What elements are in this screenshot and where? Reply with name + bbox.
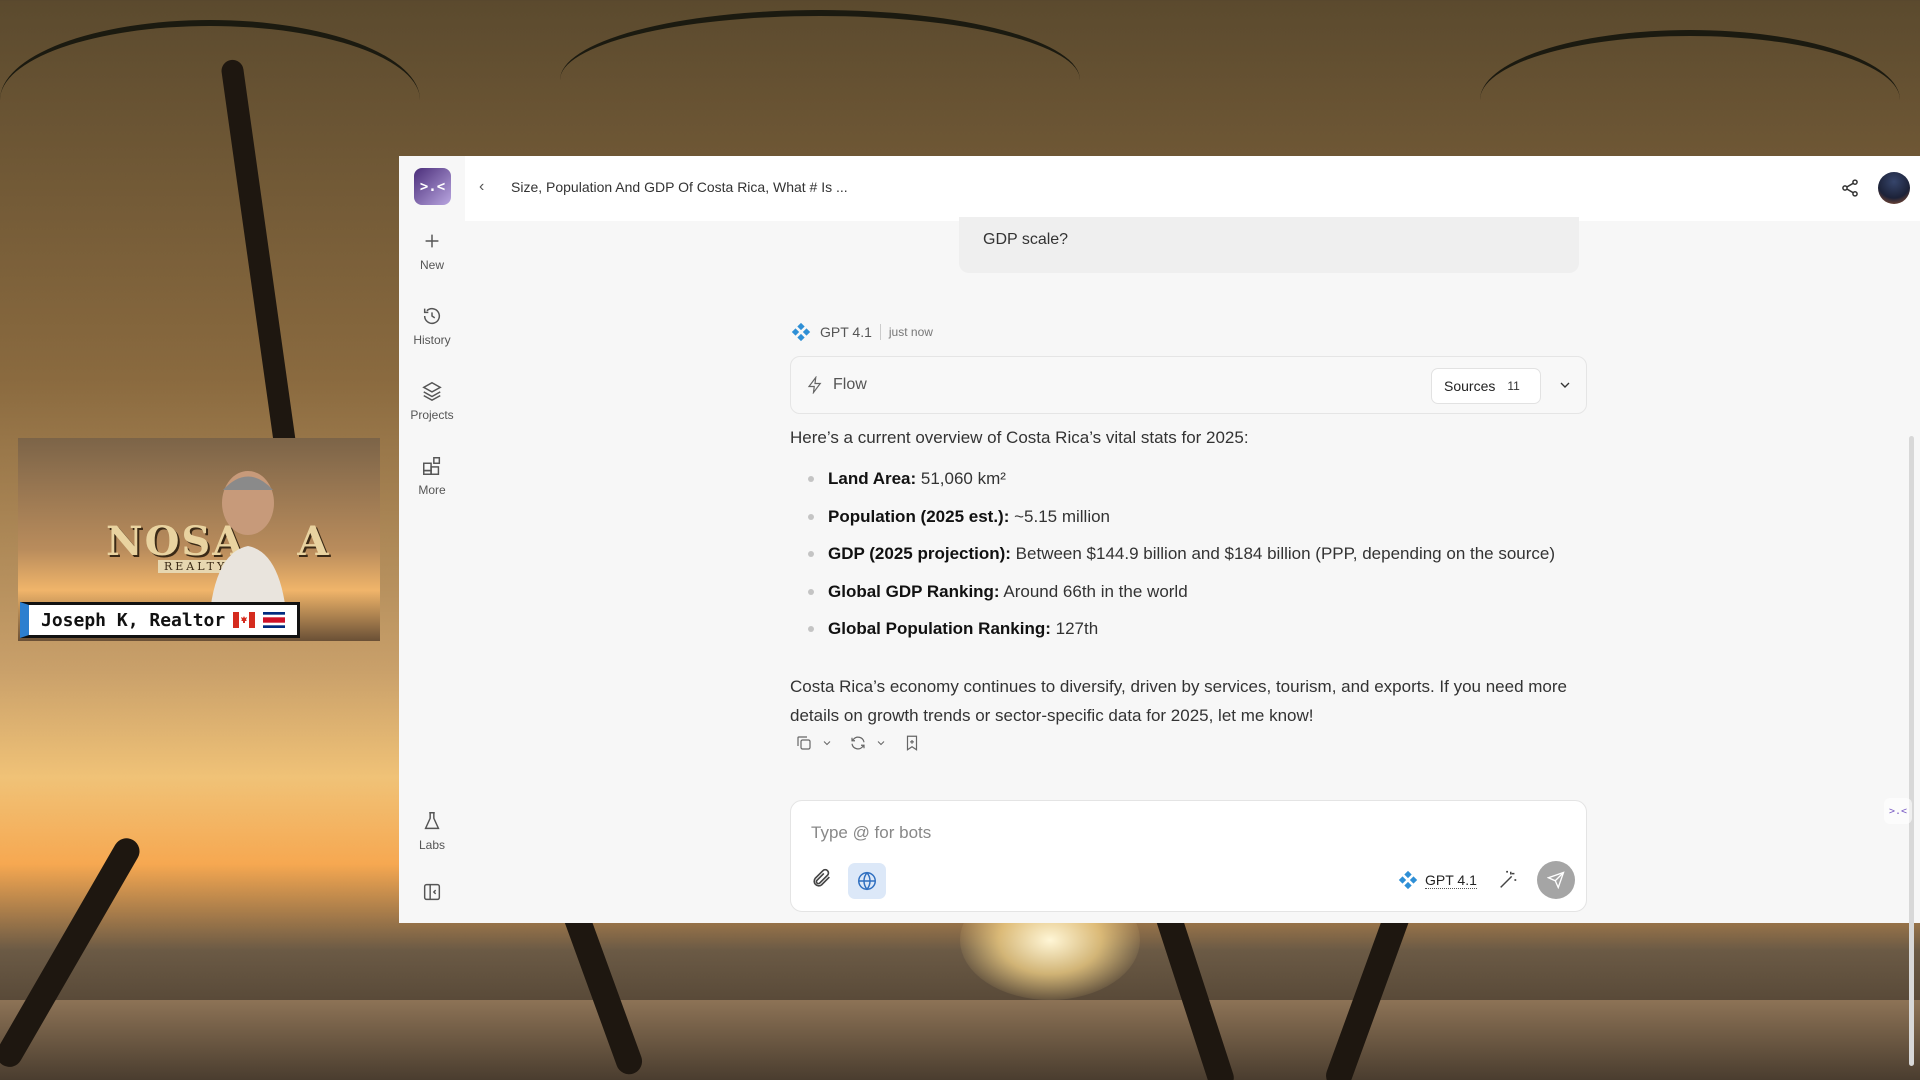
- response-intro: Here’s a current overview of Costa Rica’…: [790, 428, 1249, 447]
- history-icon: [423, 308, 441, 325]
- user-message-text: GDP scale?: [983, 231, 1069, 248]
- sidebar-item-label: Projects: [410, 408, 454, 422]
- sidebar-item-labs[interactable]: Labs: [399, 810, 465, 852]
- sidebar-item-new[interactable]: New: [399, 230, 465, 272]
- top-bar: ‹ Size, Population And GDP Of Costa Rica…: [465, 156, 1920, 221]
- message-actions: [795, 734, 921, 752]
- globe-icon: [858, 871, 876, 891]
- bot-header: GPT 4.1 just now: [790, 321, 933, 343]
- send-icon: [1547, 871, 1565, 889]
- palm-frond: [1480, 30, 1900, 170]
- bot-name[interactable]: GPT 4.1: [820, 324, 872, 340]
- response-outro: Costa Rica’s economy continues to divers…: [790, 677, 1567, 725]
- stat-label: Population (2025 est.):: [828, 506, 1010, 526]
- sources-count: 11: [1507, 379, 1520, 393]
- name-tag-text: Joseph K, Realtor: [41, 609, 226, 631]
- stat-label: Global GDP Ranking:: [828, 581, 1000, 601]
- lightning-icon: [807, 376, 822, 394]
- sidebar-item-label: More: [418, 483, 446, 497]
- user-message-bubble: GDP scale?: [959, 217, 1579, 273]
- sources-button[interactable]: Sources 11: [1431, 368, 1541, 404]
- bot-icon: [1398, 870, 1418, 890]
- list-item: Population (2025 est.): ~5.15 million: [808, 505, 1555, 543]
- divider: [879, 324, 881, 340]
- canada-flag-icon: [233, 612, 256, 628]
- stat-value: Between $144.9 billion and $184 billion …: [1010, 544, 1556, 563]
- stat-value: 127th: [1050, 619, 1099, 638]
- bot-icon: [791, 322, 811, 342]
- back-chevron-icon[interactable]: ‹: [479, 178, 484, 196]
- costa-rica-flag-icon: [263, 612, 286, 628]
- layers-icon: [422, 381, 442, 402]
- sidebar-item-label: History: [413, 333, 451, 347]
- chevron-down-icon[interactable]: [875, 737, 887, 749]
- flask-icon: [424, 812, 440, 830]
- web-search-toggle[interactable]: [848, 863, 886, 899]
- palm-frond: [560, 10, 1080, 150]
- avatar[interactable]: [1878, 172, 1910, 204]
- send-button[interactable]: [1537, 861, 1575, 899]
- sidebar-item-label: Labs: [418, 838, 446, 852]
- bookmark-icon[interactable]: [903, 734, 921, 752]
- chat-app-window: >.< New History Projects More Labs ‹ Siz…: [399, 156, 1920, 1066]
- list-item: Global GDP Ranking: Around 66th in the w…: [808, 580, 1555, 618]
- paperclip-icon[interactable]: [811, 867, 833, 889]
- stat-value: 51,060 km²: [916, 469, 1006, 488]
- model-name: GPT 4.1: [1425, 871, 1477, 889]
- floating-app-logo[interactable]: >.<: [1884, 798, 1912, 824]
- flow-panel[interactable]: Flow Sources 11: [790, 356, 1587, 414]
- name-tag: Joseph K, Realtor: [20, 602, 301, 638]
- sidebar-item-history[interactable]: History: [399, 305, 465, 347]
- stat-label: Global Population Ranking:: [828, 619, 1051, 638]
- list-item: Land Area: 51,060 km²: [808, 467, 1555, 505]
- regenerate-icon[interactable]: [849, 734, 867, 752]
- stat-value: Around 66th in the world: [999, 581, 1188, 601]
- message-timestamp: just now: [888, 325, 933, 339]
- copy-icon[interactable]: [795, 734, 813, 752]
- chevron-down-icon[interactable]: [821, 737, 833, 749]
- sidebar-item-label: New: [419, 258, 444, 272]
- sidebar-item-more[interactable]: More: [399, 455, 465, 497]
- grid-plus-icon: [423, 457, 441, 475]
- sea: [0, 1000, 1920, 1080]
- sidebar-collapse-button[interactable]: [399, 881, 465, 903]
- chevron-down-icon[interactable]: [1557, 377, 1573, 393]
- list-item: GDP (2025 projection): Between $144.9 bi…: [808, 542, 1555, 580]
- sidebar-item-projects[interactable]: Projects: [399, 380, 465, 422]
- sources-label: Sources: [1444, 378, 1496, 394]
- list-item: Global Population Ranking: 127th: [808, 617, 1555, 655]
- webcam-overlay: NOSA A REALTY G Joseph K, Realtor: [18, 438, 380, 641]
- conversation-title: Size, Population And GDP Of Costa Rica, …: [511, 179, 848, 195]
- chat-thread: GDP scale? GPT 4.1 just now Flow Sources…: [465, 217, 1920, 923]
- share-icon[interactable]: [1840, 178, 1860, 198]
- stats-list: Land Area: 51,060 km² Population (2025 e…: [808, 467, 1555, 655]
- scrollbar[interactable]: [1909, 436, 1914, 1066]
- sidebar-collapse-icon: [423, 883, 441, 901]
- app-logo[interactable]: >.<: [414, 168, 451, 205]
- model-selector[interactable]: GPT 4.1: [1397, 869, 1477, 891]
- palm-frond: [0, 20, 420, 180]
- stat-label: Land Area:: [828, 469, 917, 488]
- flow-label: Flow: [833, 376, 867, 393]
- sidebar: >.< New History Projects More Labs: [399, 156, 465, 923]
- stat-label: GDP (2025 projection):: [828, 544, 1011, 563]
- message-input[interactable]: [811, 823, 1311, 843]
- stat-value: ~5.15 million: [1009, 506, 1111, 526]
- magic-wand-icon[interactable]: [1497, 869, 1519, 891]
- plus-icon: [425, 234, 439, 248]
- message-composer: GPT 4.1: [790, 800, 1587, 912]
